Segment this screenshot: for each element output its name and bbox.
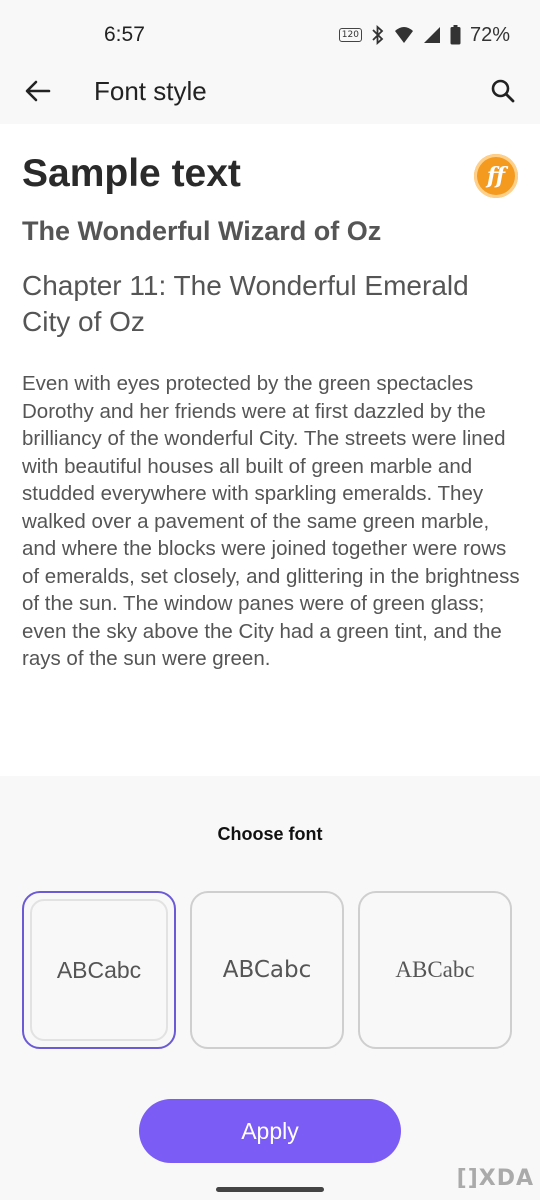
font-sample: ABCabc — [222, 957, 312, 983]
apply-button[interactable]: Apply — [139, 1099, 401, 1163]
font-app-logo: ff — [474, 154, 518, 198]
status-icons: 120 72% — [338, 23, 510, 47]
refresh-rate-icon: 120 — [338, 28, 362, 42]
book-title: The Wonderful Wizard of Oz — [22, 216, 382, 246]
battery-level: 72% — [469, 23, 510, 46]
search-icon — [490, 78, 516, 109]
font-preview-card: Sample text ff The Wonderful Wizard of O… — [0, 124, 540, 776]
bluetooth-icon — [371, 25, 385, 45]
back-button[interactable] — [22, 77, 54, 109]
font-option-3[interactable]: ABCabc — [358, 891, 512, 1049]
choose-font-label: Choose font — [217, 824, 323, 844]
font-sample: ABCabc — [56, 956, 142, 983]
app-bar: Font style — [0, 62, 540, 124]
logo-text: ff — [486, 163, 506, 189]
font-option-2[interactable]: ABCabc — [190, 891, 344, 1049]
signal-icon — [423, 26, 441, 44]
wifi-icon — [394, 26, 414, 44]
font-sample: ABCabc — [395, 957, 475, 982]
gesture-nav-handle[interactable] — [216, 1187, 324, 1192]
xda-watermark: []XDA — [456, 1166, 534, 1191]
sample-heading: Sample text — [22, 152, 241, 195]
status-time: 6:57 — [104, 23, 145, 46]
font-option-1[interactable]: ABCabc — [22, 891, 176, 1049]
sample-body-text: Even with eyes protected by the green sp… — [22, 372, 520, 670]
battery-icon — [450, 25, 461, 45]
status-bar: 6:57 120 72% — [0, 0, 540, 70]
chapter-title: Chapter 11: The Wonderful Emerald City o… — [22, 270, 469, 337]
font-options: ABCabc ABCabc ABCabc — [22, 891, 512, 1049]
back-arrow-icon — [25, 80, 51, 107]
search-button[interactable] — [486, 76, 520, 110]
page-title: Font style — [94, 76, 207, 106]
